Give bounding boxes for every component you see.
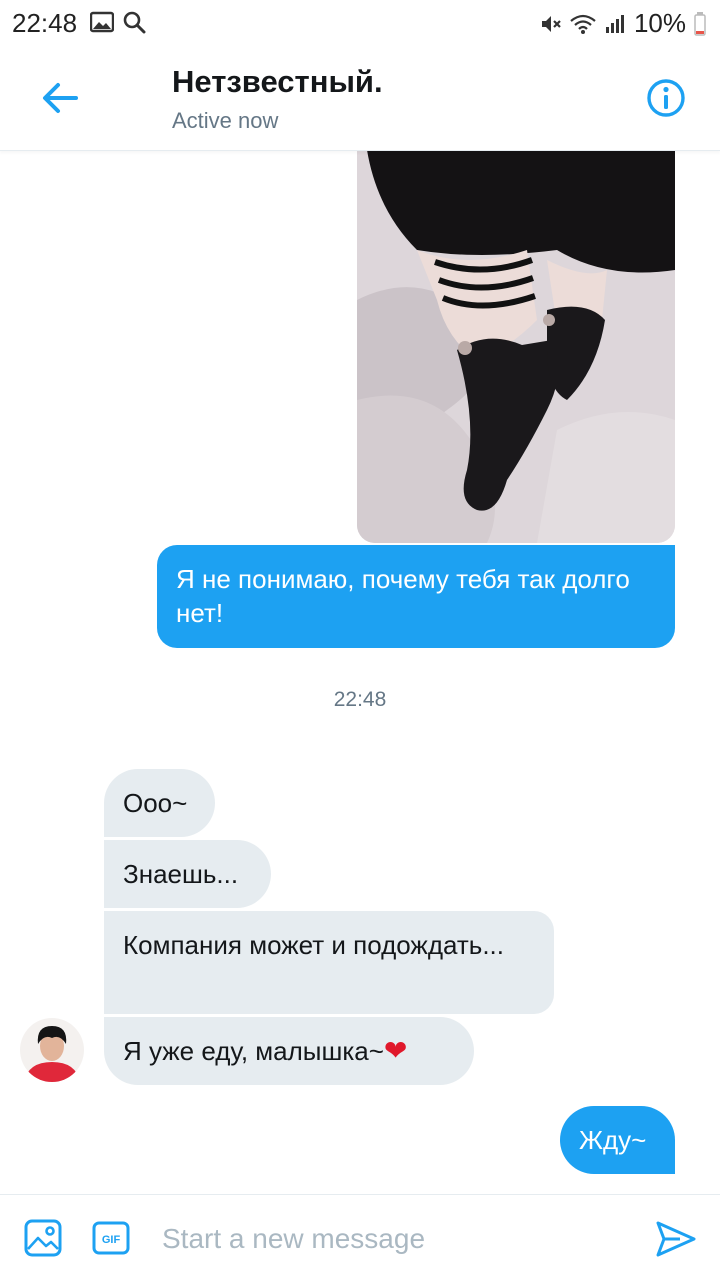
conversation-header: Нетзвестный. Active now — [0, 46, 720, 151]
back-button[interactable] — [38, 76, 82, 120]
message-composer: GIF — [0, 1194, 720, 1281]
send-icon — [656, 1221, 696, 1257]
received-message-text: Знаешь... — [123, 859, 239, 889]
search-icon — [123, 11, 146, 34]
info-icon — [647, 79, 685, 117]
send-button[interactable] — [654, 1217, 698, 1261]
signal-icon — [605, 14, 624, 33]
received-message-bubble[interactable]: Знаешь... — [104, 840, 271, 908]
wifi-icon — [570, 14, 596, 34]
photo-attachment[interactable] — [357, 150, 675, 543]
battery-icon — [694, 11, 706, 36]
avatar-image — [20, 1018, 84, 1082]
mute-icon — [541, 15, 561, 32]
sent-message-text: Я не понимаю, почему тебя так долго нет! — [176, 564, 630, 628]
avatar[interactable] — [20, 1018, 84, 1082]
add-media-button[interactable] — [24, 1219, 62, 1257]
received-message-text: Компания может и подождать... — [123, 930, 504, 960]
message-timestamp: 22:48 — [333, 688, 387, 711]
sent-message-bubble[interactable]: Жду~ — [560, 1106, 675, 1174]
received-message-text: Ооо~ — [123, 788, 188, 818]
sent-message-text: Жду~ — [579, 1125, 647, 1155]
gif-button[interactable]: GIF — [92, 1219, 130, 1257]
contact-status: Active now — [172, 108, 279, 133]
sent-message-bubble[interactable]: Я не понимаю, почему тебя так долго нет! — [157, 545, 675, 648]
battery-percent: 10% — [633, 8, 686, 38]
message-list[interactable]: Я не понимаю, почему тебя так долго нет!… — [0, 150, 720, 1194]
status-bar: 22:48 10% — [0, 0, 720, 46]
status-time: 22:48 — [12, 8, 78, 38]
received-message-bubble[interactable]: Я уже еду, малышка~❤ — [104, 1017, 474, 1085]
media-icon — [24, 1219, 62, 1257]
info-button[interactable] — [644, 76, 688, 120]
contact-name[interactable]: Нетзвестный. — [172, 64, 383, 100]
status-left-icons — [90, 10, 146, 34]
status-right: 10% — [538, 8, 706, 39]
received-message-bubble[interactable]: Компания может и подождать... — [104, 911, 554, 1014]
gif-icon: GIF — [92, 1221, 130, 1255]
message-input[interactable] — [162, 1217, 632, 1261]
back-arrow-icon — [43, 83, 78, 113]
photo-image — [357, 150, 675, 543]
gif-label: GIF — [102, 1234, 121, 1246]
received-message-bubble[interactable]: Ооо~ — [104, 769, 215, 837]
heart-emoji: ❤ — [383, 1035, 408, 1066]
image-icon — [90, 11, 114, 33]
received-message-text: Я уже еду, малышка~ — [123, 1036, 384, 1066]
